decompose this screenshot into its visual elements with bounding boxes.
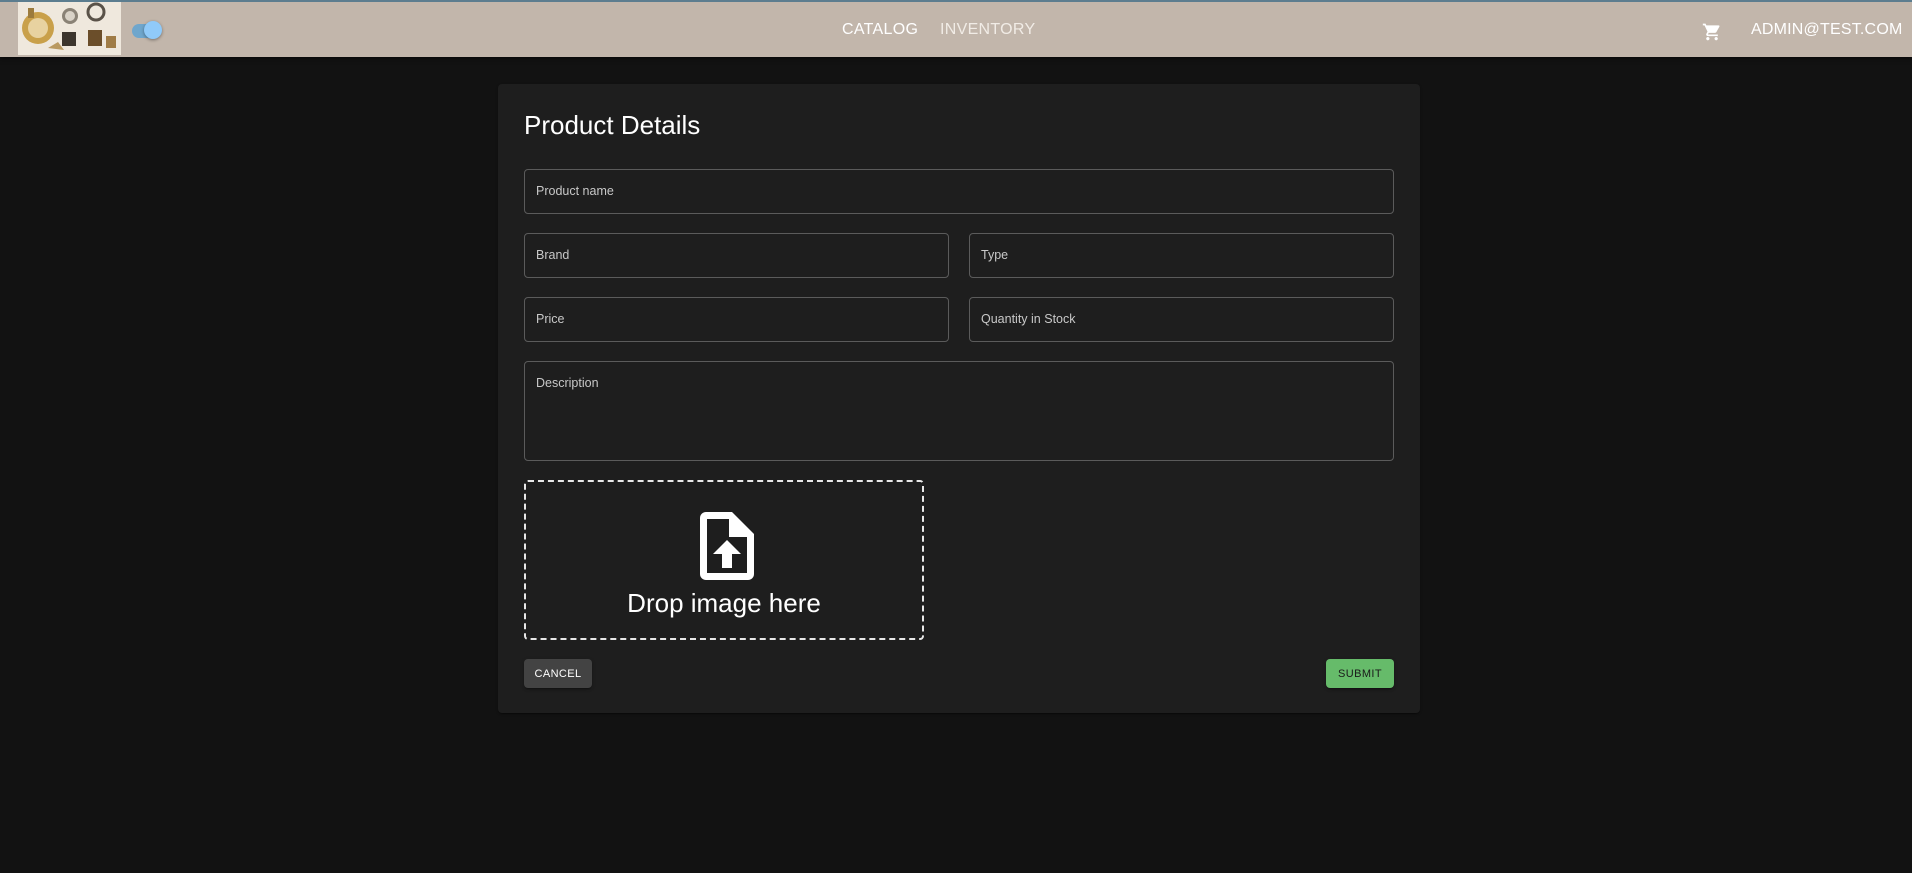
- shopping-cart-icon[interactable]: [1702, 22, 1722, 42]
- type-field[interactable]: Type: [969, 233, 1394, 278]
- brand-field[interactable]: Brand: [524, 233, 949, 278]
- app-bar: CATALOG INVENTORY ADMIN@TEST.COM: [0, 0, 1912, 57]
- type-label: Type: [981, 248, 1009, 262]
- submit-button[interactable]: Submit: [1326, 659, 1394, 688]
- product-details-card: Product Details Product name Brand Type …: [498, 84, 1420, 713]
- product-name-field[interactable]: Product name: [524, 169, 1394, 214]
- toggle-knob: [144, 21, 162, 39]
- page-title: Product Details: [524, 110, 701, 140]
- nav-inventory[interactable]: INVENTORY: [940, 2, 1035, 57]
- file-upload-icon: [698, 512, 754, 580]
- quantity-field[interactable]: Quantity in Stock: [969, 297, 1394, 342]
- price-label: Price: [536, 312, 565, 326]
- price-field[interactable]: Price: [524, 297, 949, 342]
- nav-catalog[interactable]: CATALOG: [842, 2, 918, 57]
- description-label: Description: [536, 376, 599, 390]
- product-name-label: Product name: [536, 184, 614, 198]
- cancel-button[interactable]: Cancel: [524, 659, 592, 688]
- brand-label: Brand: [536, 248, 570, 262]
- theme-toggle[interactable]: [132, 21, 162, 39]
- description-field[interactable]: Description: [524, 361, 1394, 461]
- user-email[interactable]: ADMIN@TEST.COM: [1751, 2, 1903, 57]
- shop-logo[interactable]: [18, 2, 121, 55]
- image-dropzone[interactable]: Drop image here: [524, 480, 924, 640]
- quantity-label: Quantity in Stock: [981, 312, 1076, 326]
- dropzone-text: Drop image here: [627, 588, 821, 618]
